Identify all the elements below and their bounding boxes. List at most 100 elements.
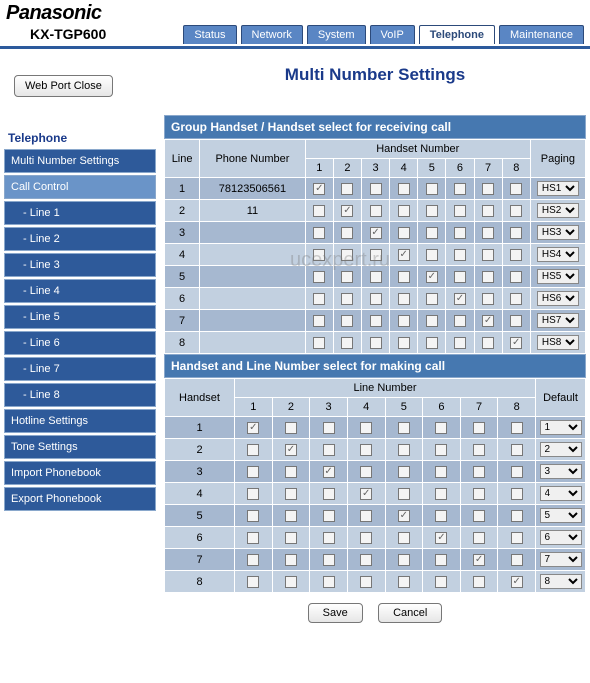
line-checkbox[interactable]	[285, 488, 297, 500]
line-checkbox[interactable]	[511, 510, 523, 522]
line-checkbox[interactable]	[360, 576, 372, 588]
default-select[interactable]: 7	[540, 552, 582, 567]
handset-checkbox[interactable]	[454, 183, 466, 195]
line-checkbox[interactable]	[360, 444, 372, 456]
tab-telephone[interactable]: Telephone	[419, 25, 495, 44]
default-select[interactable]: 6	[540, 530, 582, 545]
default-select[interactable]: 2	[540, 442, 582, 457]
handset-checkbox[interactable]	[313, 337, 325, 349]
handset-checkbox[interactable]	[482, 249, 494, 261]
line-checkbox[interactable]	[473, 488, 485, 500]
handset-checkbox[interactable]	[341, 337, 353, 349]
handset-checkbox[interactable]	[398, 271, 410, 283]
handset-checkbox[interactable]	[370, 293, 382, 305]
handset-checkbox[interactable]	[510, 249, 522, 261]
handset-checkbox[interactable]	[482, 293, 494, 305]
line-checkbox[interactable]	[323, 576, 335, 588]
handset-checkbox[interactable]	[341, 293, 353, 305]
line-checkbox[interactable]	[247, 510, 259, 522]
line-checkbox[interactable]	[511, 488, 523, 500]
default-select[interactable]: 3	[540, 464, 582, 479]
handset-checkbox[interactable]	[426, 227, 438, 239]
handset-checkbox[interactable]	[398, 205, 410, 217]
handset-checkbox[interactable]	[482, 337, 494, 349]
line-checkbox[interactable]	[285, 532, 297, 544]
web-port-close-button[interactable]: Web Port Close	[14, 75, 113, 97]
line-checkbox[interactable]	[247, 576, 259, 588]
handset-checkbox[interactable]	[426, 271, 438, 283]
paging-select[interactable]: HS7	[537, 313, 579, 328]
line-checkbox[interactable]	[473, 576, 485, 588]
sidebar-item[interactable]: - Line 8	[4, 383, 156, 407]
handset-checkbox[interactable]	[341, 249, 353, 261]
handset-checkbox[interactable]	[426, 205, 438, 217]
handset-checkbox[interactable]	[510, 293, 522, 305]
paging-select[interactable]: HS4	[537, 247, 579, 262]
line-checkbox[interactable]	[398, 488, 410, 500]
handset-checkbox[interactable]	[426, 293, 438, 305]
handset-checkbox[interactable]	[398, 337, 410, 349]
sidebar-item[interactable]: Call Control	[4, 175, 156, 199]
paging-select[interactable]: HS3	[537, 225, 579, 240]
handset-checkbox[interactable]	[482, 315, 494, 327]
handset-checkbox[interactable]	[341, 227, 353, 239]
line-checkbox[interactable]	[511, 466, 523, 478]
line-checkbox[interactable]	[285, 510, 297, 522]
line-checkbox[interactable]	[398, 554, 410, 566]
line-checkbox[interactable]	[360, 554, 372, 566]
sidebar-item[interactable]: - Line 7	[4, 357, 156, 381]
handset-checkbox[interactable]	[313, 271, 325, 283]
handset-checkbox[interactable]	[510, 337, 522, 349]
paging-select[interactable]: HS5	[537, 269, 579, 284]
sidebar-item[interactable]: - Line 4	[4, 279, 156, 303]
line-checkbox[interactable]	[360, 466, 372, 478]
handset-checkbox[interactable]	[370, 271, 382, 283]
line-checkbox[interactable]	[473, 510, 485, 522]
sidebar-item[interactable]: Export Phonebook	[4, 487, 156, 511]
handset-checkbox[interactable]	[426, 315, 438, 327]
cancel-button[interactable]: Cancel	[378, 603, 442, 623]
line-checkbox[interactable]	[435, 422, 447, 434]
handset-checkbox[interactable]	[341, 205, 353, 217]
tab-status[interactable]: Status	[183, 25, 236, 44]
line-checkbox[interactable]	[435, 576, 447, 588]
line-checkbox[interactable]	[360, 488, 372, 500]
handset-checkbox[interactable]	[370, 337, 382, 349]
sidebar-item[interactable]: - Line 2	[4, 227, 156, 251]
tab-voip[interactable]: VoIP	[370, 25, 415, 44]
tab-maintenance[interactable]: Maintenance	[499, 25, 584, 44]
line-checkbox[interactable]	[323, 488, 335, 500]
line-checkbox[interactable]	[435, 510, 447, 522]
paging-select[interactable]: HS2	[537, 203, 579, 218]
line-checkbox[interactable]	[511, 554, 523, 566]
line-checkbox[interactable]	[435, 554, 447, 566]
default-select[interactable]: 8	[540, 574, 582, 589]
line-checkbox[interactable]	[323, 510, 335, 522]
handset-checkbox[interactable]	[341, 271, 353, 283]
line-checkbox[interactable]	[511, 444, 523, 456]
default-select[interactable]: 1	[540, 420, 582, 435]
handset-checkbox[interactable]	[398, 227, 410, 239]
line-checkbox[interactable]	[285, 422, 297, 434]
line-checkbox[interactable]	[247, 466, 259, 478]
default-select[interactable]: 5	[540, 508, 582, 523]
handset-checkbox[interactable]	[454, 249, 466, 261]
line-checkbox[interactable]	[473, 422, 485, 434]
handset-checkbox[interactable]	[398, 183, 410, 195]
handset-checkbox[interactable]	[398, 249, 410, 261]
sidebar-item[interactable]: - Line 5	[4, 305, 156, 329]
handset-checkbox[interactable]	[454, 293, 466, 305]
paging-select[interactable]: HS8	[537, 335, 579, 350]
line-checkbox[interactable]	[360, 422, 372, 434]
handset-checkbox[interactable]	[482, 271, 494, 283]
line-checkbox[interactable]	[473, 466, 485, 478]
line-checkbox[interactable]	[247, 554, 259, 566]
line-checkbox[interactable]	[398, 444, 410, 456]
handset-checkbox[interactable]	[510, 271, 522, 283]
line-checkbox[interactable]	[398, 532, 410, 544]
sidebar-item[interactable]: - Line 1	[4, 201, 156, 225]
handset-checkbox[interactable]	[454, 271, 466, 283]
handset-checkbox[interactable]	[370, 183, 382, 195]
handset-checkbox[interactable]	[341, 183, 353, 195]
line-checkbox[interactable]	[285, 444, 297, 456]
